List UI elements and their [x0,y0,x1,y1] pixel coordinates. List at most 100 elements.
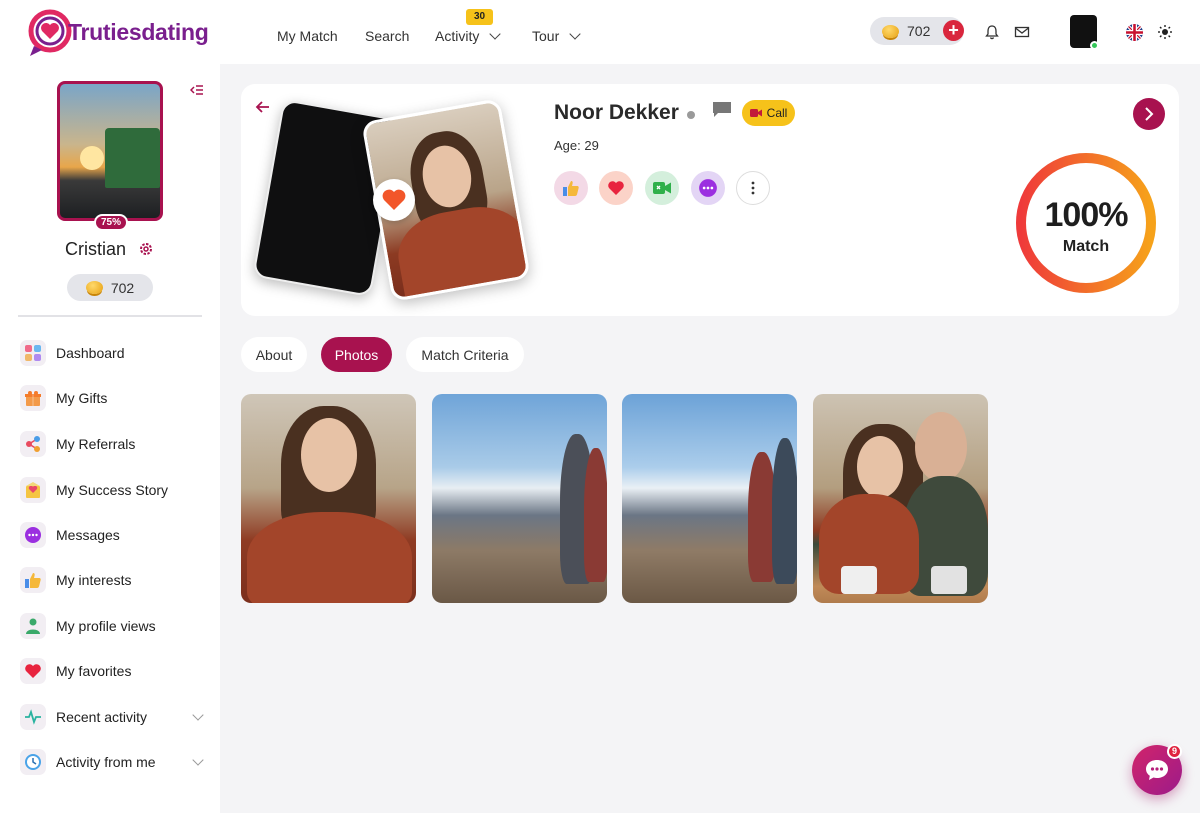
like-photo-button[interactable] [373,179,415,221]
sidebar: 75% Cristian 702 Dashboard My Gifts My R… [0,64,220,813]
tab-about[interactable]: About [241,337,307,372]
sun-icon[interactable] [1157,24,1173,40]
nav-label: Search [365,28,410,44]
coin-count: 702 [110,279,135,296]
next-profile-button[interactable] [1133,98,1165,130]
interest-button[interactable] [554,171,588,205]
sidebar-item-label: Dashboard [56,345,125,361]
message-button[interactable] [691,171,725,205]
sidebar-item-my-favorites[interactable]: My favorites [20,655,210,687]
online-status-dot [687,111,695,119]
chat-bubble-icon[interactable] [712,101,732,119]
video-call-button[interactable] [645,171,679,205]
nav-activity[interactable]: Activity [435,28,502,44]
bell-icon[interactable] [984,24,1000,40]
video-camera-icon [749,109,762,117]
call-label: Call [766,106,788,120]
success-story-icon [20,477,46,503]
sidebar-item-my-referrals[interactable]: My Referrals [20,428,210,460]
divider [18,315,202,317]
sidebar-item-label: My interests [56,572,132,588]
sidebar-item-my-gifts[interactable]: My Gifts [20,382,210,414]
nav-search[interactable]: Search [365,28,409,44]
nav-tour[interactable]: Tour [532,28,581,44]
sidebar-item-my-interests[interactable]: My interests [20,564,210,596]
sidebar-item-messages[interactable]: Messages [20,519,210,551]
gallery-photo[interactable] [622,394,797,603]
activity-count-badge: 30 [466,9,493,25]
heart-icon [608,181,624,195]
profile-card: Noor Dekker Call Age: 29 100% Match [241,84,1179,316]
add-coins-button[interactable]: + [943,20,964,41]
chat-unread-badge: 9 [1167,744,1182,759]
sidebar-coin-balance[interactable]: 702 [67,274,153,301]
photo-person [584,448,607,582]
tab-label: About [255,346,293,363]
nav-label: My Match [277,28,338,44]
tab-photos[interactable]: Photos [321,337,392,372]
person-icon [20,613,46,639]
tab-match-criteria[interactable]: Match Criteria [406,337,524,372]
photo-mug [931,566,967,594]
gift-icon [20,385,46,411]
gear-icon[interactable] [138,241,154,257]
nav-label: Activity [435,28,480,44]
gallery-photo[interactable] [432,394,607,603]
top-bar: Trutiesdating My Match Search 30 Activit… [0,0,1200,64]
sidebar-item-label: My Gifts [56,390,108,406]
mail-icon[interactable] [1014,24,1030,40]
sidebar-item-label: Recent activity [56,709,148,725]
photo-face [857,436,903,498]
collapse-sidebar-icon[interactable] [190,84,204,98]
call-button[interactable]: Call [742,100,795,126]
clock-icon [20,749,46,775]
header-avatar[interactable] [1070,15,1099,50]
gallery-photo[interactable] [241,394,416,603]
coin-icon [882,24,899,38]
chevron-down-icon [192,754,204,766]
sidebar-item-profile-views[interactable]: My profile views [20,610,210,642]
logo-text: Trutiesdating [68,19,209,45]
more-options-button[interactable] [736,171,770,205]
video-call-icon [653,182,671,194]
sidebar-item-label: Messages [56,527,120,543]
site-logo[interactable]: Trutiesdating [28,6,209,58]
chevron-right-icon [1145,107,1154,121]
tab-label: Match Criteria [421,346,509,363]
match-label: Match [1062,238,1110,255]
heart-icon [20,658,46,684]
share-icon [20,431,46,457]
sidebar-item-activity-from-me[interactable]: Activity from me [20,746,210,778]
sidebar-item-dashboard[interactable]: Dashboard [20,337,210,369]
nav-my-match[interactable]: My Match [277,28,338,44]
chat-icon [1146,760,1168,780]
username: Cristian [65,239,127,259]
chevron-down-icon [192,709,204,721]
my-profile-photo[interactable] [57,81,163,221]
uk-flag-icon[interactable] [1126,24,1143,41]
gallery-photo[interactable] [813,394,988,603]
sidebar-item-recent-activity[interactable]: Recent activity [20,701,210,733]
profile-age: Age: 29 [554,138,599,153]
sidebar-item-label: My profile views [56,618,156,634]
tab-label: Photos [334,346,379,363]
online-status-dot [1090,41,1099,50]
photo-tram [105,128,160,188]
photo-face [301,418,357,492]
back-arrow-icon[interactable] [255,100,271,114]
sidebar-item-label: My favorites [56,663,132,679]
dashboard-icon [20,340,46,366]
sidebar-item-success-story[interactable]: My Success Story [20,474,210,506]
chevron-down-icon [489,28,502,40]
messages-icon [20,522,46,548]
heart-icon [382,189,406,210]
thumbs-up-icon [20,567,46,593]
sidebar-item-label: My Referrals [56,436,136,452]
nav-label: Tour [532,28,560,44]
photo-sweater [391,199,531,302]
profile-name: Noor Dekker [554,101,679,124]
favorite-button[interactable] [599,171,633,205]
more-vertical-icon [751,181,755,195]
match-percent: 100% [1044,196,1129,234]
profile-completion-badge: 75% [94,214,128,231]
